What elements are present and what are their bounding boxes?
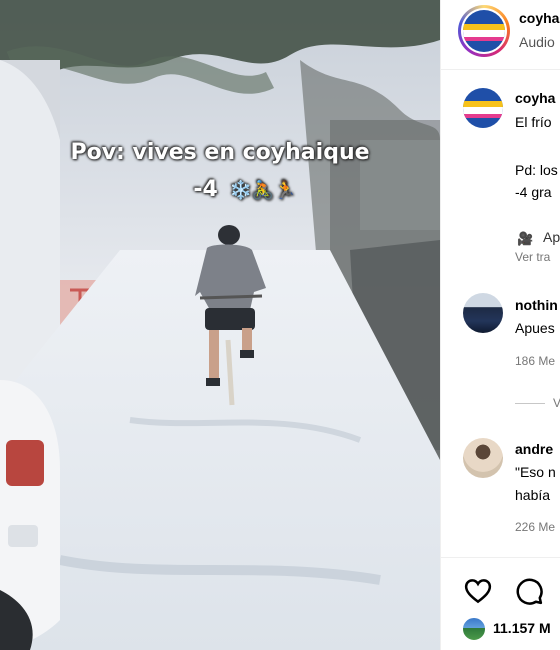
comment-meta: 186 Me — [515, 354, 556, 368]
instagram-post-modal: Pov: vives en coyhaique -4 ❄️🚴🏃 coyha Au… — [0, 0, 560, 650]
caption-text-line: -4 gra — [515, 184, 552, 200]
comment-icon[interactable] — [514, 576, 544, 606]
likes-count[interactable]: 11.157 M — [493, 620, 551, 636]
caption-audio-text: Ap — [543, 229, 560, 245]
weather-emojis: ❄️🚴🏃 — [229, 180, 297, 201]
comment-avatar[interactable] — [463, 438, 503, 478]
caption-text-line: Pd: los — [515, 162, 558, 178]
video-overlay-temperature: -4 ❄️🚴🏃 — [0, 177, 440, 202]
account-avatar[interactable] — [463, 10, 505, 52]
video-overlay-title: Pov: vives en coyhaique — [70, 140, 370, 165]
comment-meta: 226 Me — [515, 520, 556, 534]
replies-divider — [515, 403, 545, 404]
header-audio-label[interactable]: Audio — [519, 34, 555, 50]
liked-by-avatar[interactable] — [461, 616, 487, 642]
caption-avatar[interactable] — [463, 88, 503, 128]
view-replies-button[interactable]: V — [553, 396, 560, 410]
comment-avatar[interactable] — [463, 293, 503, 333]
post-video[interactable]: Pov: vives en coyhaique -4 ❄️🚴🏃 — [0, 0, 440, 650]
see-translation-link[interactable]: Ver tra — [515, 250, 550, 264]
actions-separator — [441, 557, 560, 558]
post-side-panel: coyha Audio coyha El frío Pd: los -4 gra… — [440, 0, 560, 650]
caption-text-line: El frío — [515, 114, 552, 130]
comment-text: había — [515, 487, 551, 503]
comment-username[interactable]: nothin — [515, 297, 558, 313]
comment-username[interactable]: andre — [515, 441, 553, 457]
temperature-text: -4 — [193, 177, 218, 202]
snowy-street-scene — [0, 0, 440, 650]
comment-text: "Eso n — [515, 464, 556, 480]
header-username[interactable]: coyha — [519, 10, 559, 26]
caption-username[interactable]: coyha — [515, 90, 555, 106]
heart-icon[interactable] — [463, 576, 493, 606]
comment-text: Apues — [515, 320, 555, 336]
post-header: coyha Audio — [441, 0, 560, 70]
video-camera-icon: 🎥 — [517, 231, 534, 246]
